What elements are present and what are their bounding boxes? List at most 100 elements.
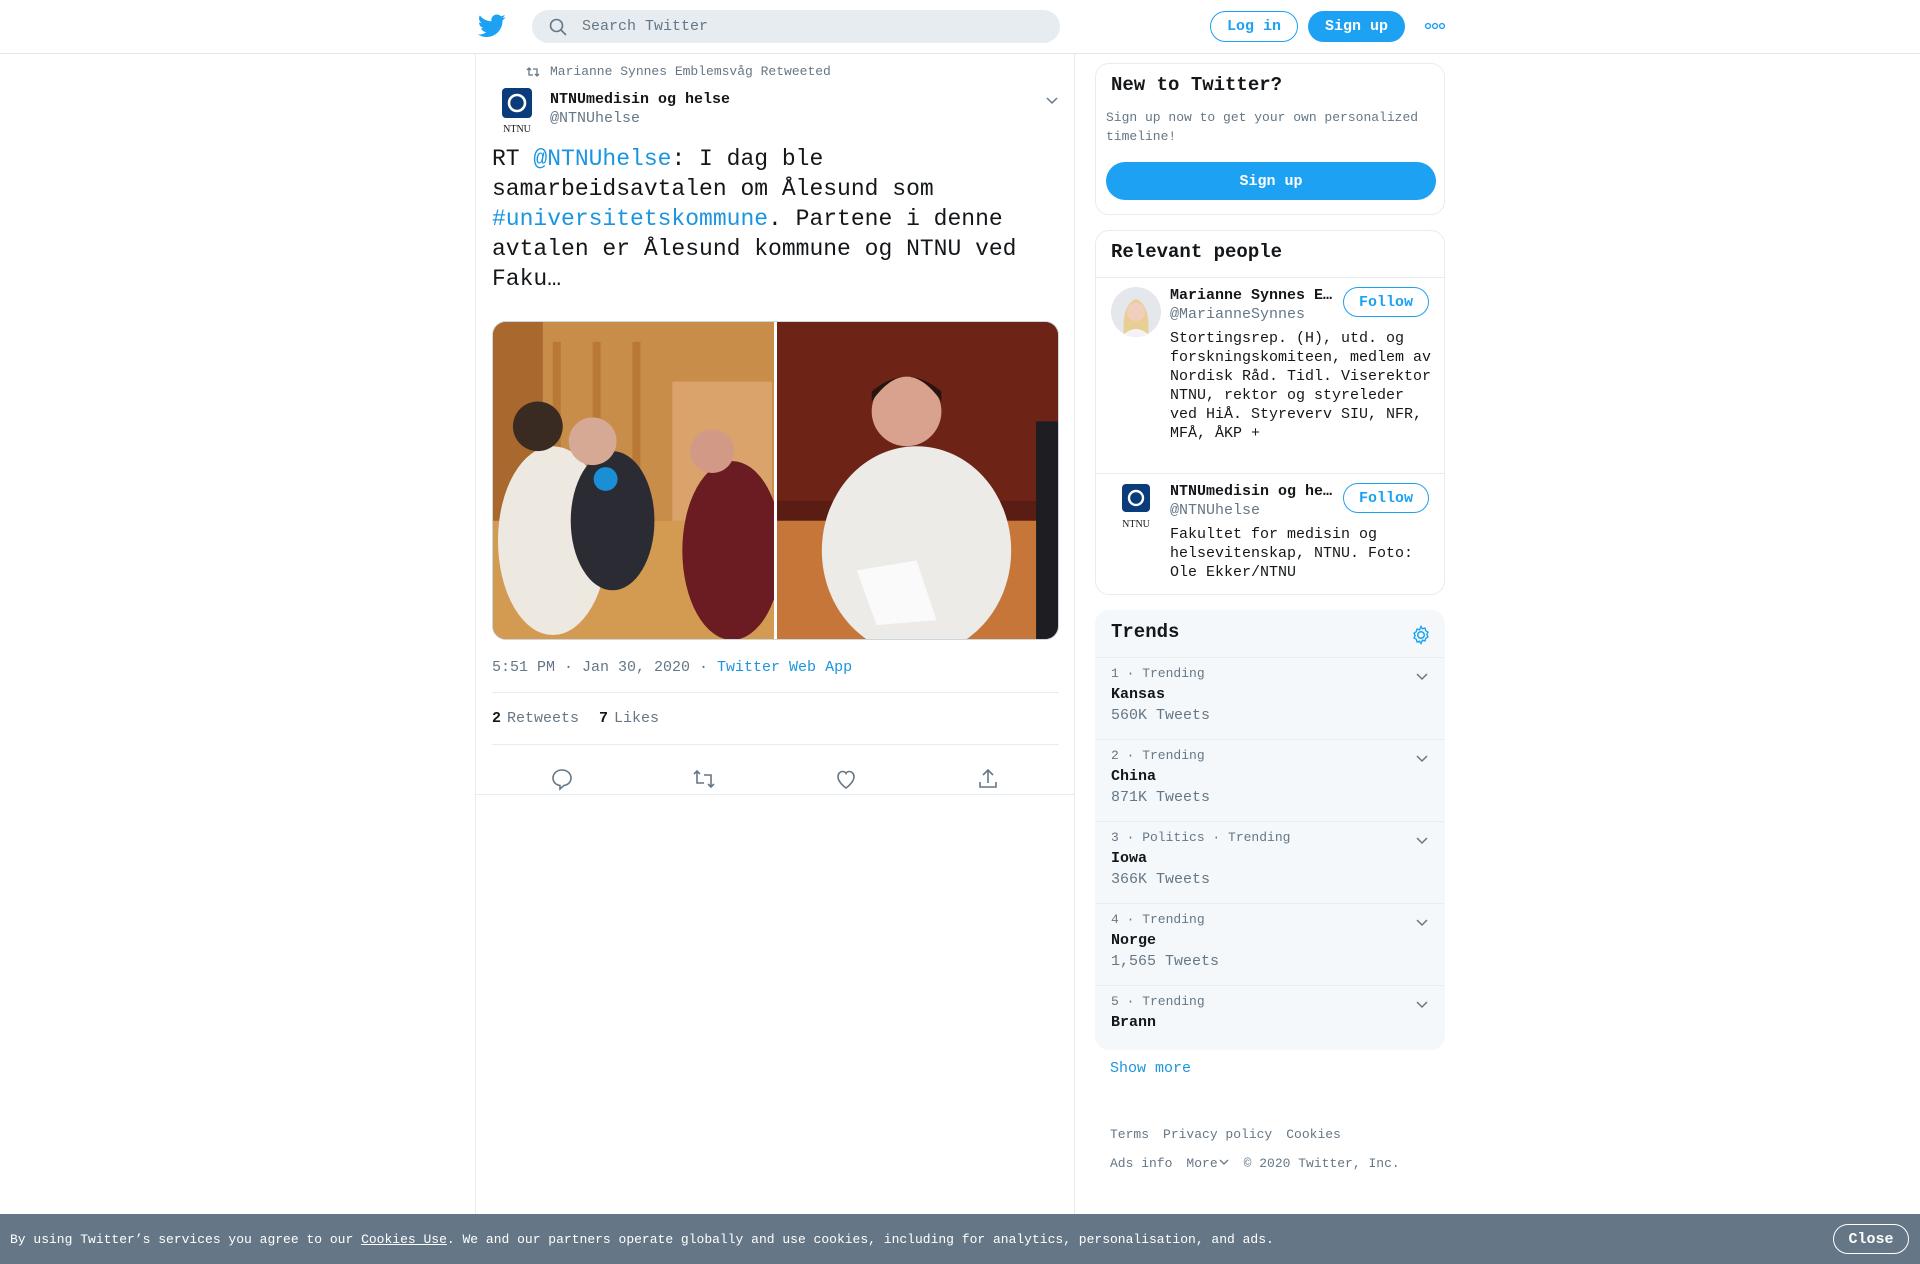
cookie-text: By using Twitter’s services you agree to… — [10, 1232, 1274, 1247]
trend-count: 871K Tweets — [1111, 789, 1211, 806]
divider — [492, 692, 1059, 693]
author-name[interactable]: NTNUmedisin og helse — [550, 91, 730, 108]
likes-count: 7 — [599, 710, 609, 727]
sidebar-signup-button[interactable]: Sign up — [1106, 162, 1436, 200]
svg-text:NTNU: NTNU — [1122, 519, 1151, 530]
follow-button[interactable]: Follow — [1343, 483, 1429, 513]
person-handle[interactable]: @MarianneSynnes — [1170, 306, 1305, 323]
likes-label: Likes — [614, 710, 660, 727]
ntnu-avatar[interactable]: NTNU — [498, 88, 536, 136]
trend-name: China — [1111, 768, 1157, 785]
person-bio: Stortingsrep. (H), utd. og forskningskom… — [1170, 330, 1432, 442]
top-header: Search Twitter Log in Sign up — [0, 0, 1920, 54]
footer-links-row-1: Terms Privacy policy Cookies — [1110, 1127, 1341, 1142]
tweet-actions — [492, 759, 1059, 799]
more-dots-icon[interactable] — [1424, 20, 1446, 32]
search-placeholder: Search Twitter — [582, 18, 709, 35]
retweet-icon[interactable] — [692, 767, 716, 791]
person-bio: Fakultet for medisin og helsevitenskap, … — [1170, 526, 1414, 581]
tweet-timestamp[interactable]: 5:51 PM · Jan 30, 2020 · — [492, 659, 717, 676]
new-to-twitter-subtitle: Sign up now to get your own personalized… — [1106, 110, 1419, 144]
chevron-down-icon[interactable] — [1414, 914, 1430, 930]
cookie-text-after: . We and our partners operate globally a… — [446, 1231, 1274, 1247]
footer-more-link[interactable]: More — [1186, 1156, 1229, 1171]
person-name[interactable]: NTNUmedisin og he… — [1170, 483, 1340, 500]
tweet-column: Marianne Synnes Emblemsvåg Retweeted NTN… — [475, 54, 1075, 1214]
tweet-source-link[interactable]: Twitter Web App — [717, 659, 852, 676]
trend-meta: 2 · Trending — [1111, 748, 1205, 763]
ntnu-avatar[interactable]: NTNU — [1111, 481, 1161, 531]
trend-name: Iowa — [1111, 850, 1148, 867]
chevron-down-icon[interactable] — [1044, 92, 1060, 108]
footer-copyright: © 2020 Twitter, Inc. — [1243, 1156, 1400, 1171]
tweet-text: RT @NTNUhelse: I dag ble samarbeidsavtal… — [492, 144, 1052, 294]
avatar[interactable] — [1111, 287, 1161, 337]
trend-count: 560K Tweets — [1111, 707, 1211, 724]
trend-count: 1,565 Tweets — [1111, 953, 1220, 970]
tweet-meta: 5:51 PM · Jan 30, 2020 · Twitter Web App — [492, 659, 852, 676]
new-to-twitter-title: New to Twitter? — [1111, 74, 1283, 96]
follow-button[interactable]: Follow — [1343, 287, 1429, 317]
trend-count: 366K Tweets — [1111, 871, 1211, 888]
chevron-down-icon[interactable] — [1414, 996, 1430, 1012]
gear-icon[interactable] — [1410, 624, 1432, 646]
hashtag-link[interactable]: #universitetskommune — [492, 206, 768, 232]
footer-cookies-link[interactable]: Cookies — [1286, 1127, 1341, 1142]
share-icon[interactable] — [976, 767, 1000, 791]
footer-terms-link[interactable]: Terms — [1110, 1127, 1149, 1142]
footer-more-label: More — [1186, 1156, 1218, 1171]
person-item[interactable]: NTNU NTNUmedisin og he… @NTNUhelse Follo… — [1096, 473, 1444, 593]
login-button[interactable]: Log in — [1210, 11, 1298, 42]
chevron-down-icon[interactable] — [1414, 832, 1430, 848]
footer-privacy-link[interactable]: Privacy policy — [1163, 1127, 1272, 1142]
photo-woman-signing[interactable] — [777, 322, 1058, 639]
retweet-small-icon — [526, 66, 540, 77]
chevron-down-icon[interactable] — [1414, 668, 1430, 684]
photo-signing-meeting[interactable] — [493, 322, 774, 639]
trend-item[interactable]: 4 · Trending Norge 1,565 Tweets — [1096, 903, 1444, 985]
tweet-stats: 2 Retweets 7 Likes — [492, 710, 659, 727]
trend-meta: 5 · Trending — [1111, 994, 1205, 1009]
divider — [476, 794, 1074, 795]
signup-button[interactable]: Sign up — [1308, 11, 1405, 42]
show-more-link[interactable]: Show more — [1110, 1060, 1191, 1077]
trend-name: Kansas — [1111, 686, 1166, 703]
like-icon[interactable] — [834, 767, 858, 791]
person-item[interactable]: Marianne Synnes E… @MarianneSynnes Follo… — [1096, 277, 1444, 473]
person-handle[interactable]: @NTNUhelse — [1170, 502, 1260, 519]
relevant-people-title: Relevant people — [1111, 241, 1283, 263]
footer-ads-link[interactable]: Ads info — [1110, 1156, 1172, 1171]
trends-title: Trends — [1111, 621, 1180, 643]
chevron-down-icon[interactable] — [1414, 750, 1430, 766]
trend-item[interactable]: 2 · Trending China 871K Tweets — [1096, 739, 1444, 821]
retweets-count: 2 — [492, 710, 502, 727]
footer-links-row-2: Ads info More © 2020 Twitter, Inc. — [1110, 1156, 1400, 1171]
reply-icon[interactable] — [550, 767, 574, 791]
tweet-text-part: RT — [492, 146, 534, 172]
twitter-bird-icon[interactable] — [478, 14, 506, 38]
trend-item[interactable]: 3 · Politics · Trending Iowa 366K Tweets — [1096, 821, 1444, 903]
trend-name: Norge — [1111, 932, 1157, 949]
trend-meta: 1 · Trending — [1111, 666, 1205, 681]
new-to-twitter-card: New to Twitter? Sign up now to get your … — [1095, 63, 1445, 215]
tweet-media[interactable] — [492, 321, 1059, 640]
chevron-down-icon — [1219, 1159, 1229, 1165]
retweets-stat[interactable]: 2 Retweets — [492, 710, 579, 727]
trends-card: Trends 1 · Trending Kansas 560K Tweets 2… — [1095, 610, 1445, 1050]
author-handle[interactable]: @NTNUhelse — [550, 110, 640, 127]
retweeted-by-text: Marianne Synnes Emblemsvåg Retweeted — [550, 64, 831, 79]
retweet-context: Marianne Synnes Emblemsvåg Retweeted — [526, 64, 831, 79]
search-input[interactable]: Search Twitter — [532, 10, 1060, 43]
svg-text:NTNU: NTNU — [503, 124, 532, 135]
cookies-use-link[interactable]: Cookies Use — [361, 1232, 447, 1247]
mention-link[interactable]: @NTNUhelse — [533, 146, 671, 172]
likes-stat[interactable]: 7 Likes — [599, 710, 659, 727]
trend-item[interactable]: 5 · Trending Brann — [1096, 985, 1444, 1047]
trend-item[interactable]: 1 · Trending Kansas 560K Tweets — [1096, 657, 1444, 739]
trend-meta: 4 · Trending — [1111, 912, 1205, 927]
person-name[interactable]: Marianne Synnes E… — [1170, 287, 1340, 304]
cookie-banner: By using Twitter’s services you agree to… — [0, 1214, 1920, 1264]
trend-meta: 3 · Politics · Trending — [1111, 830, 1291, 845]
relevant-people-card: Relevant people Marianne Synnes E… @Mari… — [1095, 230, 1445, 595]
close-button[interactable]: Close — [1833, 1224, 1909, 1254]
